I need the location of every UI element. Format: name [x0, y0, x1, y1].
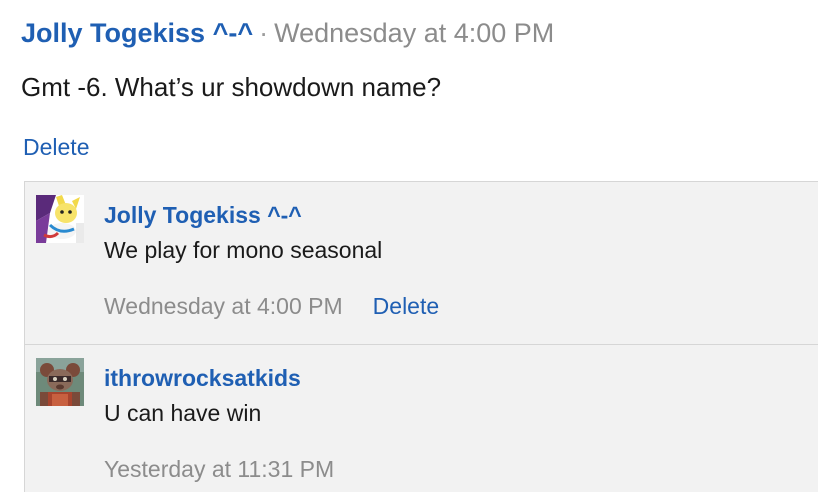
togekiss-avatar-icon[interactable]	[36, 195, 84, 243]
message-header: Jolly Togekiss ^-^ · Wednesday at 4:00 PM	[21, 16, 554, 50]
comment-author-link[interactable]: ithrowrocksatkids	[104, 364, 301, 392]
comment-meta: Yesterday at 11:31 PM	[104, 455, 334, 483]
conversation-page: Jolly Togekiss ^-^ · Wednesday at 4:00 PM …	[0, 0, 818, 492]
comment-author-link[interactable]: Jolly Togekiss ^-^	[104, 201, 302, 229]
comment-timestamp[interactable]: Wednesday at 4:00 PM	[104, 293, 343, 319]
message-author-link[interactable]: Jolly Togekiss ^-^	[21, 18, 253, 48]
message-delete-link[interactable]: Delete	[23, 132, 89, 162]
rat-character-avatar-icon[interactable]	[36, 358, 84, 406]
header-separator: ·	[259, 18, 269, 48]
comment-item: ithrowrocksatkids U can have win Yesterd…	[25, 344, 818, 492]
comment-item: Jolly Togekiss ^-^ We play for mono seas…	[25, 182, 818, 342]
comment-timestamp[interactable]: Yesterday at 11:31 PM	[104, 456, 334, 482]
comment-text: U can have win	[104, 400, 262, 426]
comment-text: We play for mono seasonal	[104, 237, 383, 263]
message-body: Gmt -6. What’s ur showdown name?	[21, 72, 442, 102]
comments-panel: Jolly Togekiss ^-^ We play for mono seas…	[24, 181, 818, 492]
message-timestamp[interactable]: Wednesday at 4:00 PM	[274, 18, 554, 48]
comment-meta: Wednesday at 4:00 PM Delete	[104, 292, 439, 320]
comment-delete-link[interactable]: Delete	[373, 293, 439, 319]
